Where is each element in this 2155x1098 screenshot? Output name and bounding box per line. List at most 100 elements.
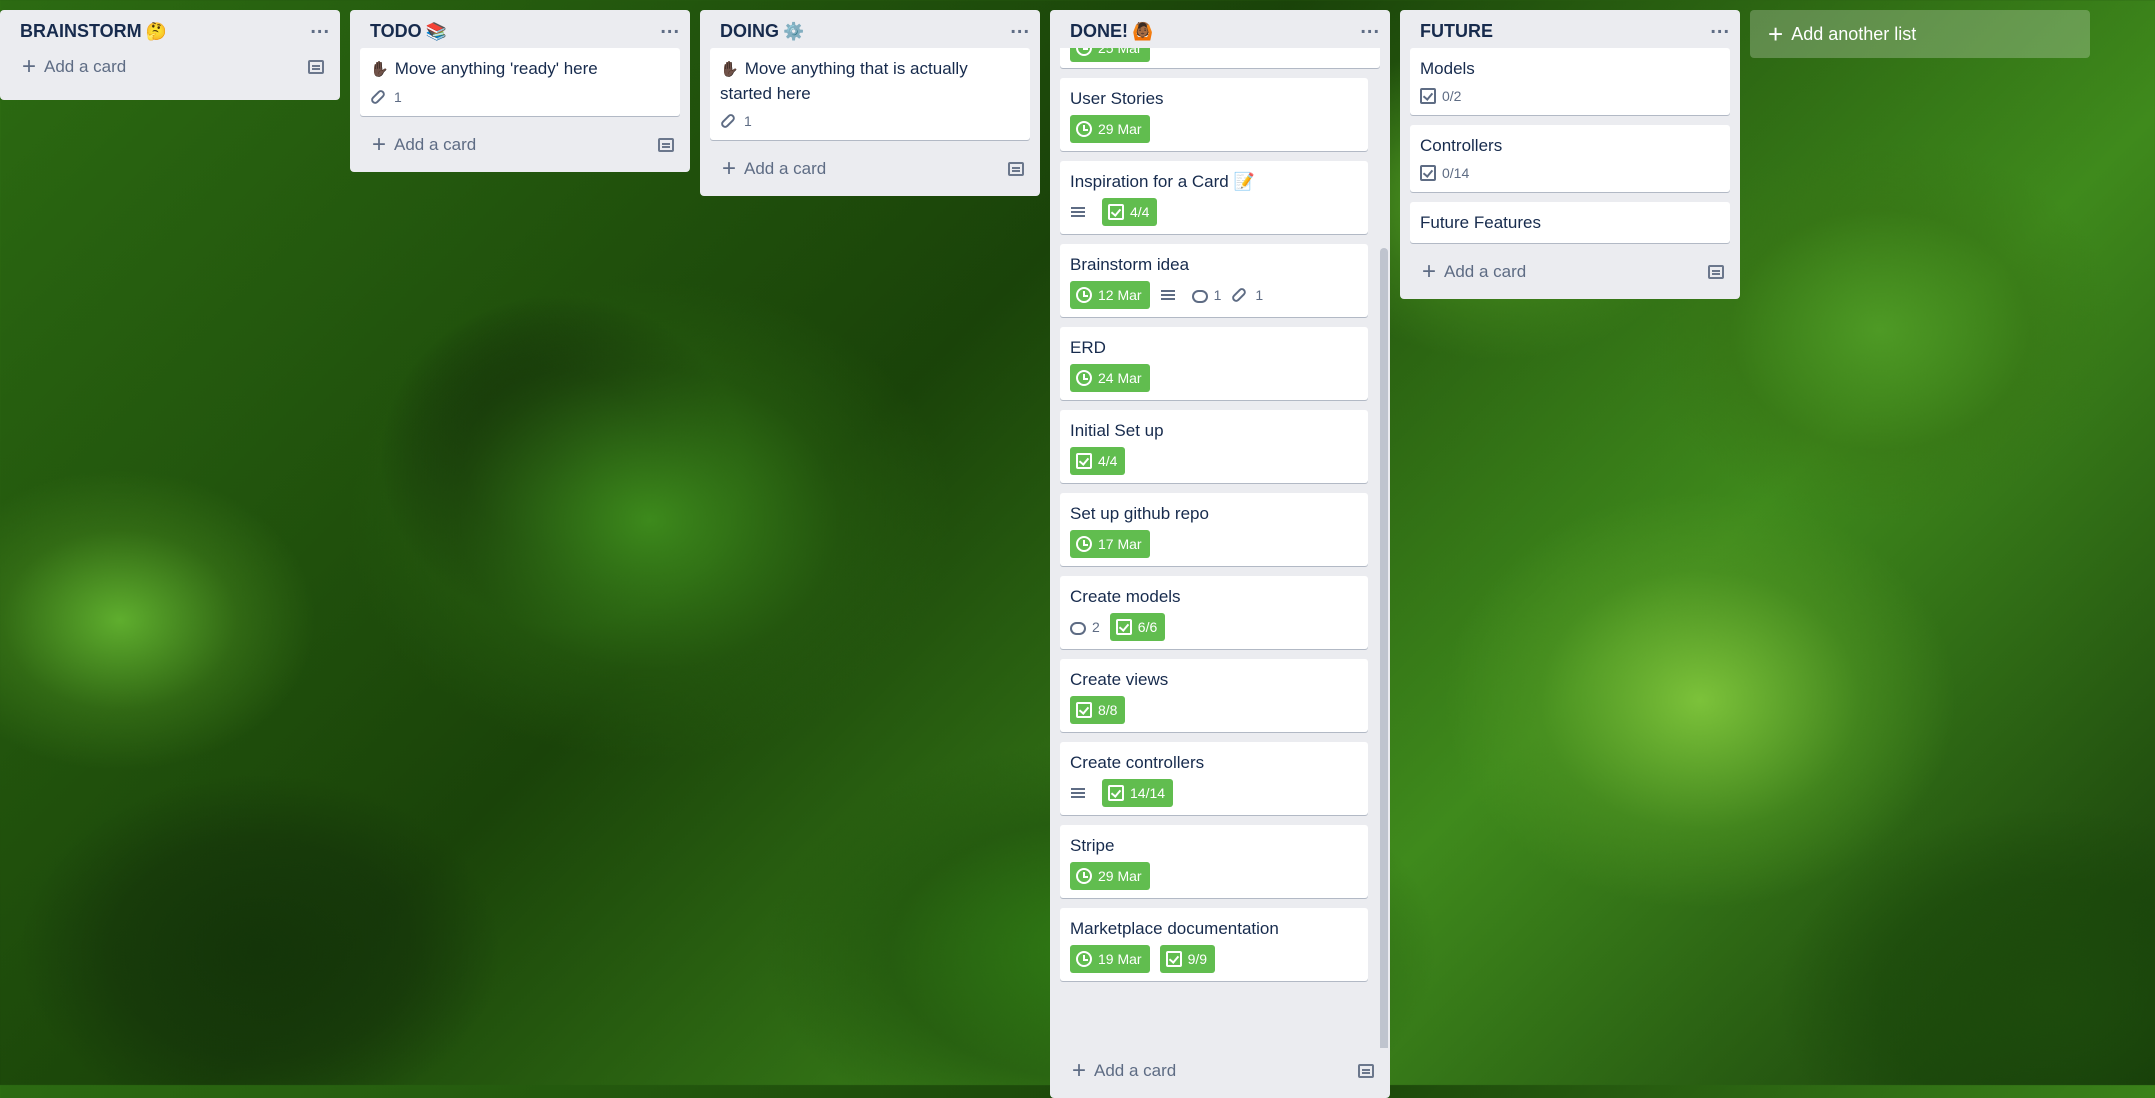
list-menu-icon[interactable]: ... <box>660 17 680 40</box>
card-template-icon[interactable] <box>1708 265 1724 279</box>
checklist-badge: 4/4 <box>1070 447 1126 475</box>
card[interactable]: ✋🏿 Move anything that is actually started… <box>710 48 1030 140</box>
list-title[interactable]: TODO 📚 <box>370 21 447 42</box>
card-title: Create models <box>1070 587 1181 606</box>
card-list: ✋🏿 Move anything that is actually started… <box>700 48 1040 150</box>
add-list-label: Add another list <box>1791 23 1917 44</box>
list-header[interactable]: TODO 📚 ... <box>350 10 690 48</box>
card-badges: 2 6/6 <box>1070 613 1358 641</box>
checkbox-icon <box>1420 88 1436 104</box>
list-menu-icon[interactable]: ... <box>1360 17 1380 40</box>
add-card-button[interactable]: + Add a card <box>1422 258 1526 285</box>
card-template-icon[interactable] <box>658 138 674 152</box>
card[interactable]: Inspiration for a Card 📝 4/4 <box>1060 161 1368 234</box>
card[interactable]: Future Features <box>1410 202 1730 243</box>
add-card-button[interactable]: + Add a card <box>1072 1059 1176 1083</box>
card-title: User Stories <box>1070 89 1164 108</box>
scrollbar[interactable] <box>1380 248 1388 1048</box>
card[interactable]: Marketplace documentation 19 Mar 9/9 <box>1060 908 1368 981</box>
card-template-icon[interactable] <box>1358 1064 1374 1078</box>
description-badge <box>1070 201 1092 223</box>
add-card-row: + Add a card <box>0 48 340 100</box>
clock-icon <box>1076 121 1092 137</box>
add-card-button[interactable]: + Add a card <box>722 157 826 181</box>
add-card-button[interactable]: + Add a card <box>22 53 127 80</box>
due-date-badge[interactable]: 29 Mar <box>1070 862 1150 890</box>
plus-icon: + <box>22 53 37 80</box>
add-list-button[interactable]: + Add another list <box>1750 10 2090 58</box>
card-badges: 1 <box>369 86 670 108</box>
raised-hand-emoji-icon: ✋🏿 <box>720 61 739 78</box>
list-title[interactable]: DOING ⚙️ <box>720 21 804 42</box>
due-date-badge[interactable]: 12 Mar <box>1070 281 1150 309</box>
books-emoji-icon: 📚 <box>425 21 447 41</box>
card-badges: 8/8 <box>1070 696 1358 724</box>
comments-badge: 1 <box>1191 284 1221 306</box>
card-title: Stripe <box>1070 836 1115 855</box>
card[interactable]: Controllers 0/14 <box>1410 125 1730 192</box>
list-title[interactable]: FUTURE <box>1420 21 1493 42</box>
comment-icon <box>1191 289 1208 303</box>
comment-icon <box>1070 621 1086 635</box>
card[interactable]: Brainstorm idea 12 Mar 1 1 <box>1060 244 1368 317</box>
list-header[interactable]: FUTURE ... <box>1400 10 1740 48</box>
list-header[interactable]: DOING ⚙️ ... <box>700 10 1040 48</box>
card[interactable]: Models 0/2 <box>1410 48 1730 115</box>
card[interactable]: ✋🏿 Move anything 'ready' here 1 <box>360 48 680 116</box>
card-title: ✋🏿 Move anything that is actually started… <box>720 59 968 103</box>
card[interactable]: Stripe 29 Mar <box>1060 825 1368 898</box>
list-header[interactable]: DONE! 🙆🏾 ... <box>1050 10 1390 48</box>
card[interactable]: ERD 24 Mar <box>1060 327 1368 400</box>
due-date-badge[interactable]: 24 Mar <box>1070 364 1150 392</box>
card-badges: 0/14 <box>1420 162 1720 184</box>
board: BRAINSTORM 🤔 ... + Add a card TODO 📚 ... ✋🏿… <box>0 10 2090 1098</box>
card-badges: 25 Mar <box>1070 48 1370 62</box>
list-menu-icon[interactable]: ... <box>1710 17 1730 40</box>
card-title: ERD <box>1070 338 1106 357</box>
card[interactable]: Create models 2 6/6 <box>1060 576 1368 649</box>
add-card-row: + Add a card <box>1050 1048 1390 1098</box>
card[interactable]: User Stories 29 Mar <box>1060 78 1368 151</box>
list-menu-icon[interactable]: ... <box>310 17 330 40</box>
gear-emoji-icon: ⚙️ <box>783 21 805 41</box>
card-title: Create views <box>1070 670 1169 689</box>
list-title[interactable]: BRAINSTORM 🤔 <box>20 21 167 42</box>
card-title: Marketplace documentation <box>1070 919 1279 938</box>
clock-icon <box>1076 868 1092 884</box>
add-card-button[interactable]: + Add a card <box>372 133 476 157</box>
due-date-badge[interactable]: 17 Mar <box>1070 530 1150 558</box>
due-date-badge[interactable]: 25 Mar <box>1070 48 1150 62</box>
card-partial[interactable]: 25 Mar <box>1060 48 1380 68</box>
add-card-label: Add a card <box>44 57 127 76</box>
description-icon <box>1160 287 1176 303</box>
list-future: FUTURE ... Models 0/2 Controllers 0/14 F… <box>1400 10 1740 299</box>
clock-icon <box>1076 287 1092 303</box>
due-date-badge[interactable]: 19 Mar <box>1070 945 1150 973</box>
clock-icon <box>1076 951 1092 967</box>
list-title[interactable]: DONE! 🙆🏾 <box>1070 21 1153 42</box>
memo-emoji-icon: 📝 <box>1233 172 1255 191</box>
checkbox-icon <box>1108 204 1124 220</box>
list-menu-icon[interactable]: ... <box>1010 17 1030 40</box>
description-icon <box>1070 785 1086 801</box>
card-badges: 24 Mar <box>1070 364 1358 392</box>
card-badges: 4/4 <box>1070 447 1358 475</box>
card[interactable]: Initial Set up 4/4 <box>1060 410 1368 483</box>
card-badges: 19 Mar 9/9 <box>1070 945 1358 973</box>
add-card-row: + Add a card <box>700 150 1040 196</box>
plus-icon: + <box>1422 258 1437 285</box>
card-list: ✋🏿 Move anything 'ready' here 1 <box>350 48 690 126</box>
card-title: Future Features <box>1420 213 1541 232</box>
list-header[interactable]: BRAINSTORM 🤔 ... <box>0 10 340 48</box>
card-template-icon[interactable] <box>308 60 324 74</box>
card-badges: 29 Mar <box>1070 862 1358 890</box>
card[interactable]: Create controllers 14/14 <box>1060 742 1368 815</box>
due-date-badge[interactable]: 29 Mar <box>1070 115 1150 143</box>
checklist-badge: 6/6 <box>1109 613 1166 641</box>
card[interactable]: Create views 8/8 <box>1060 659 1368 732</box>
checkbox-icon <box>1420 165 1436 181</box>
card[interactable]: Set up github repo 17 Mar <box>1060 493 1368 566</box>
card-list-scroll[interactable]: 25 Mar User Stories 29 Mar Inspiration f… <box>1050 48 1390 1048</box>
plus-icon: + <box>1768 18 1784 49</box>
card-template-icon[interactable] <box>1008 162 1024 176</box>
